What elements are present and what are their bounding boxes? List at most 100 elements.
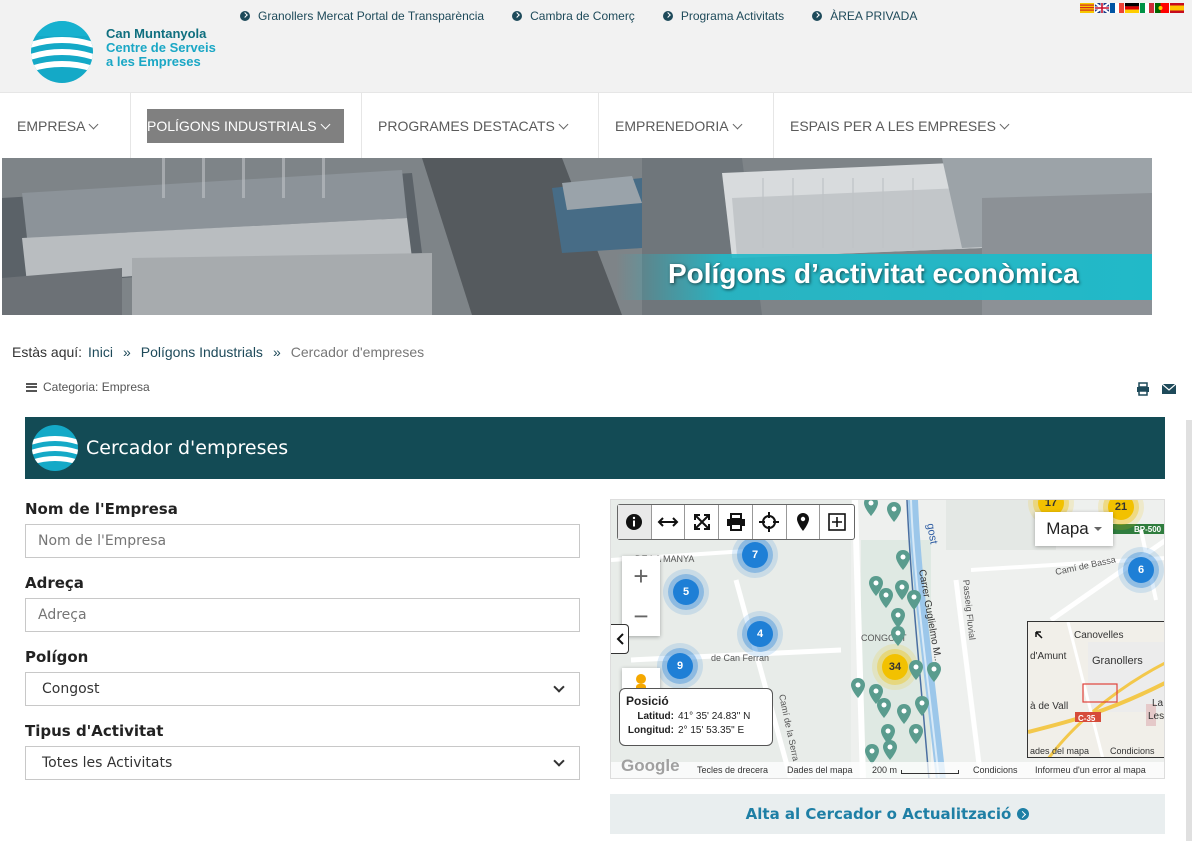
map-marker-icon[interactable] [891, 626, 905, 646]
locate-tool-button[interactable] [753, 505, 787, 539]
print-map-button[interactable] [719, 505, 753, 539]
marker-tool-button[interactable] [787, 505, 821, 539]
measure-tool-button[interactable] [652, 505, 686, 539]
toplink-activitats[interactable]: Programa Activitats [662, 9, 784, 23]
position-title: Posició [626, 694, 669, 708]
map-scale-label: 200 m [872, 765, 898, 775]
address-label: Adreça [25, 574, 84, 592]
map-marker-icon[interactable] [891, 608, 905, 628]
toplink-transparencia[interactable]: Granollers Mercat Portal de Transparènci… [240, 9, 484, 23]
map-cluster[interactable]: 5 [673, 579, 699, 605]
brand-line-3: a les Empreses [106, 54, 201, 69]
address-input[interactable] [25, 598, 580, 632]
overview-minimap[interactable]: Canovelles Granollers d'Amunt à de Vall … [1027, 621, 1164, 758]
zoom-in-button[interactable]: + [622, 556, 660, 596]
breadcrumb-home[interactable]: Inici [88, 344, 113, 360]
breadcrumb: Estàs aquí: Inici » Polígons Industrials… [12, 344, 424, 360]
map-marker-icon[interactable] [877, 698, 891, 718]
add-layer-button[interactable] [820, 505, 854, 539]
map-data-link[interactable]: Dades del mapa [787, 765, 853, 775]
nav-empresa[interactable]: EMPRESA [0, 93, 131, 159]
latitude-value: 41° 35' 24.83" N [678, 711, 751, 722]
english-flag-icon[interactable] [1095, 3, 1109, 13]
arrows-horizontal-icon [657, 517, 679, 527]
info-tool-button[interactable] [618, 505, 652, 539]
italian-flag-icon[interactable] [1140, 3, 1154, 13]
map-marker-icon[interactable] [909, 724, 923, 744]
minimap-label-amunt: d'Amunt [1030, 651, 1067, 662]
polygon-select[interactable]: Congost [25, 672, 580, 706]
page-scrollbar[interactable] [1186, 420, 1192, 841]
latitude-label: Latitud: [637, 711, 674, 722]
map-marker-icon[interactable] [927, 662, 941, 682]
activity-select-value: Totes les Activitats [42, 755, 173, 771]
keyboard-shortcuts-link[interactable]: Tecles de drecera [697, 765, 768, 775]
report-error-link[interactable]: Informeu d'un error al mapa [1035, 765, 1146, 775]
map-cluster[interactable]: 4 [747, 621, 773, 647]
nav-espais-empreses[interactable]: ESPAIS PER A LES EMPRESES [774, 93, 1192, 159]
catalan-flag-icon[interactable] [1080, 3, 1094, 13]
german-flag-icon[interactable] [1125, 3, 1139, 13]
map-marker-icon[interactable] [883, 740, 897, 760]
chevron-down-icon [89, 119, 99, 129]
page-title-bar: Cercador d'empreses [25, 417, 1165, 479]
polygon-label: Polígon [25, 648, 89, 666]
toplink-cambra[interactable]: Cambra de Comerç [512, 9, 635, 23]
map-marker-icon[interactable] [887, 502, 901, 522]
chevron-down-icon [553, 681, 565, 693]
breadcrumb-poligons[interactable]: Polígons Industrials [141, 344, 263, 360]
arrow-circle-icon [512, 11, 523, 21]
map-cluster[interactable]: 6 [1128, 557, 1154, 583]
brand-line-1: Can Muntanyola [106, 26, 207, 41]
chevron-down-icon [553, 755, 565, 767]
activity-select[interactable]: Totes les Activitats [25, 746, 580, 780]
nav-poligons-industrials[interactable]: POLÍGONS INDUSTRIALS [131, 93, 362, 159]
minimap-footer-right: Condicions [1110, 746, 1155, 756]
company-name-input[interactable] [25, 524, 580, 558]
terms-link[interactable]: Condicions [973, 765, 1018, 775]
map-toolbar [617, 504, 855, 540]
breadcrumb-separator: » [122, 344, 131, 360]
alta-cercador-label: Alta al Cercador o Actualització [745, 805, 1012, 823]
map-marker-icon[interactable] [907, 590, 921, 610]
map-marker-icon[interactable] [851, 678, 865, 698]
french-flag-icon[interactable] [1110, 3, 1124, 13]
portuguese-flag-icon[interactable] [1155, 3, 1169, 13]
map-label-bp500: BP-500 [1134, 525, 1162, 534]
print-icon[interactable] [1136, 382, 1150, 396]
main-navigation: EMPRESA POLÍGONS INDUSTRIALS PROGRAMES D… [0, 92, 1192, 159]
dropdown-arrow-icon [1093, 527, 1102, 531]
chevron-left-icon [616, 633, 624, 645]
map-cluster[interactable]: 9 [667, 653, 693, 679]
longitude-value: 2° 15' 53.35" E [678, 725, 745, 736]
collapse-panel-button[interactable] [611, 624, 629, 654]
minimap-footer-left: ades del mapa [1030, 746, 1089, 756]
can-muntanyola-logo[interactable] [30, 20, 94, 84]
brand-name[interactable]: Can Muntanyola Centre de Serveis a les E… [106, 27, 216, 69]
map-marker-icon[interactable] [879, 588, 893, 608]
longitude-label: Longitud: [627, 725, 674, 736]
email-icon[interactable] [1162, 383, 1176, 395]
nav-emprenedoria[interactable]: EMPRENEDORIA [599, 93, 774, 159]
print-icon [726, 513, 745, 531]
spanish-flag-icon[interactable] [1170, 3, 1184, 13]
map-marker-icon[interactable] [896, 550, 910, 570]
map-cluster[interactable]: 34 [882, 654, 908, 680]
map-marker-icon[interactable] [909, 660, 923, 680]
map-marker-icon[interactable] [915, 696, 929, 716]
fullscreen-tool-button[interactable] [685, 505, 720, 539]
minimap-label-la: La [1152, 698, 1164, 709]
toplink-area-privada[interactable]: ÀREA PRIVADA [812, 9, 917, 23]
map-cluster[interactable]: 7 [742, 542, 768, 568]
banner-title: Polígons d’activitat econòmica [668, 258, 1079, 289]
map-scale-bar [901, 770, 959, 774]
map-marker-icon[interactable] [865, 744, 879, 764]
zoom-control: + − [622, 556, 660, 636]
map-marker-icon[interactable] [864, 499, 878, 516]
map-pin-icon [796, 513, 809, 531]
company-map[interactable]: DE LA MANYA de Can Ferran CONGOST gost C… [610, 499, 1165, 779]
alta-cercador-button[interactable]: Alta al Cercador o Actualització [610, 794, 1165, 834]
map-type-button[interactable]: Mapa [1035, 512, 1113, 546]
map-marker-icon[interactable] [897, 704, 911, 724]
nav-programes-destacats[interactable]: PROGRAMES DESTACATS [362, 93, 599, 159]
